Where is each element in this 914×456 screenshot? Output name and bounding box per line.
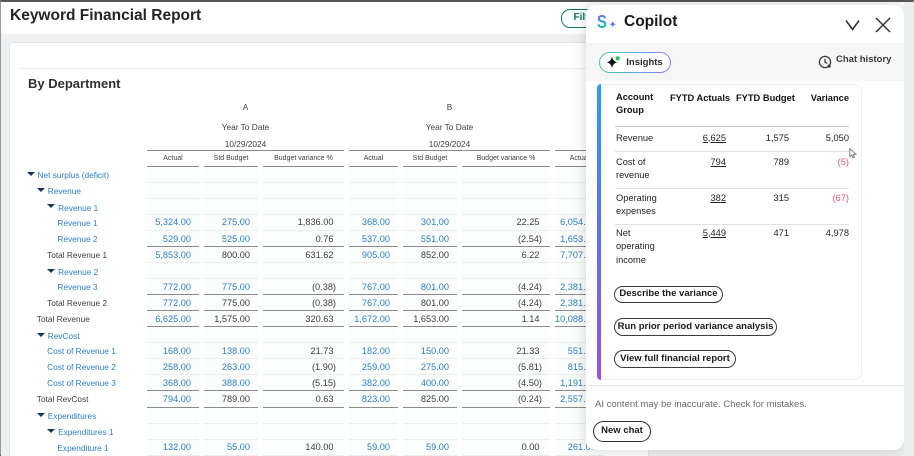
svg-text:S: S [597,13,607,32]
